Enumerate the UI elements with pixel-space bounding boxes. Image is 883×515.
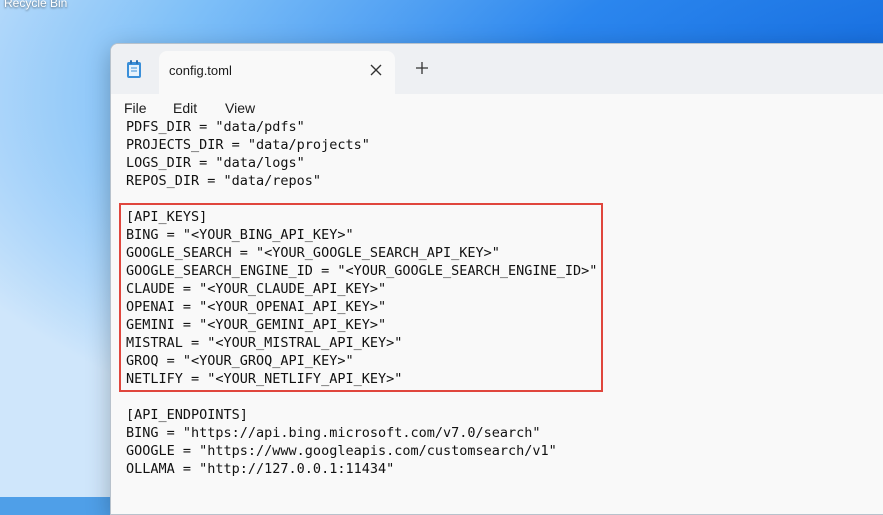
api-keys-highlight-box xyxy=(119,203,603,392)
title-bar: config.toml xyxy=(111,44,883,94)
tab-title: config.toml xyxy=(169,63,232,78)
editor-line: OLLAMA = "http://127.0.0.1:11434" xyxy=(126,461,395,477)
recycle-bin-label[interactable]: Recycle Bin xyxy=(4,0,67,10)
menu-view[interactable]: View xyxy=(225,100,255,116)
editor-line: PROJECTS_DIR = "data/projects" xyxy=(126,137,370,153)
editor-line: REPOS_DIR = "data/repos" xyxy=(126,173,322,189)
close-icon[interactable] xyxy=(366,60,386,80)
menu-file[interactable]: File xyxy=(124,100,147,116)
menu-edit[interactable]: Edit xyxy=(173,100,197,116)
plus-icon[interactable] xyxy=(411,57,433,79)
tab-config-toml[interactable]: config.toml xyxy=(159,51,395,94)
editor-line: LOGS_DIR = "data/logs" xyxy=(126,155,305,171)
notepad-icon xyxy=(126,59,142,79)
editor-line: [API_ENDPOINTS] xyxy=(126,407,248,423)
editor-line: GOOGLE = "https://www.googleapis.com/cus… xyxy=(126,443,557,459)
notepad-window: config.toml File Edit View PDFS_DIR = "d… xyxy=(110,43,883,515)
editor-line: BING = "https://api.bing.microsoft.com/v… xyxy=(126,425,541,441)
text-editor[interactable]: PDFS_DIR = "data/pdfs" PROJECTS_DIR = "d… xyxy=(111,119,883,514)
editor-line: PDFS_DIR = "data/pdfs" xyxy=(126,119,305,135)
